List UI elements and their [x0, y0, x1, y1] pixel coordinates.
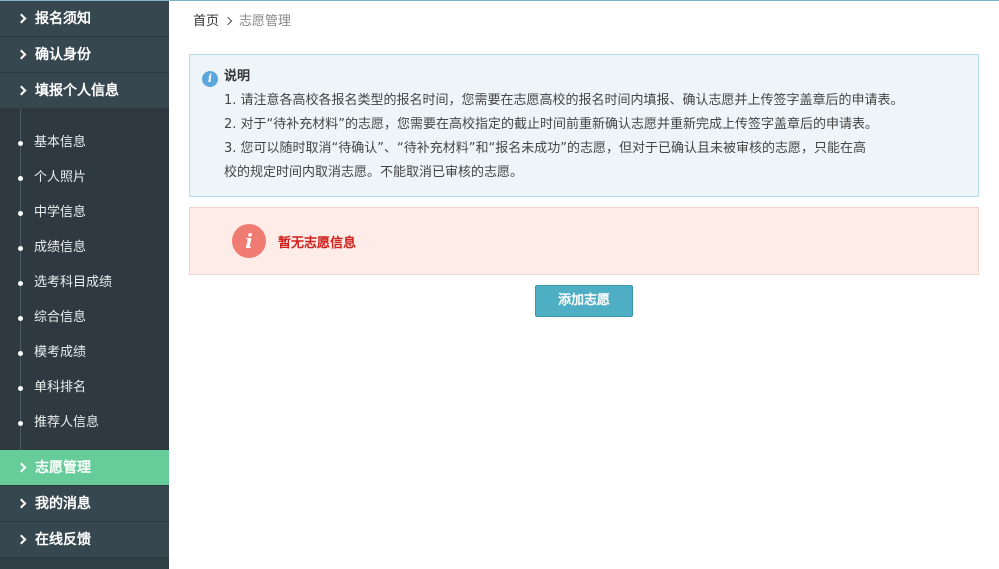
- notice-title-text: 说明: [224, 69, 251, 84]
- sidebar-item-wish-management[interactable]: 志愿管理: [0, 450, 169, 486]
- chevron-right-icon: [223, 16, 233, 26]
- sidebar-item-label: 填报个人信息: [35, 83, 119, 99]
- button-row: 添加志愿: [189, 285, 979, 317]
- sidebar-sub-list: 基本信息 个人照片 中学信息 成绩信息 选考科目成绩 综合信息 模考成绩 单科排…: [0, 109, 169, 450]
- sidebar-item-label: 在线反馈: [35, 532, 91, 548]
- chevron-right-icon: [16, 13, 27, 24]
- empty-state-alert: i 暂无志愿信息: [189, 207, 979, 275]
- chevron-right-icon: [16, 49, 27, 60]
- sidebar-item-label: 报名须知: [35, 11, 91, 27]
- sidebar-subitem-elective-scores[interactable]: 选考科目成绩: [0, 265, 169, 300]
- sidebar: 报名须知 确认身份 填报个人信息 基本信息 个人照片 中学信息 成绩信息 选考科…: [0, 1, 169, 569]
- sidebar-subitem-photo[interactable]: 个人照片: [0, 160, 169, 195]
- chevron-right-icon: [16, 534, 27, 545]
- chevron-right-icon: [16, 462, 27, 473]
- info-icon: i: [202, 71, 218, 87]
- sidebar-item-personal-info[interactable]: 填报个人信息: [0, 73, 169, 109]
- chevron-right-icon: [16, 85, 27, 96]
- breadcrumb-home-link[interactable]: 首页: [193, 14, 219, 29]
- notice-line-2: 2. 对于“待补充材料”的志愿，您需要在高校指定的截止时间前重新确认志愿并重新完…: [224, 117, 879, 132]
- sidebar-item-label: 志愿管理: [35, 460, 91, 476]
- sidebar-subitem-scores[interactable]: 成绩信息: [0, 230, 169, 265]
- sidebar-subitem-subject-rank[interactable]: 单科排名: [0, 370, 169, 405]
- sidebar-item-feedback[interactable]: 在线反馈: [0, 522, 169, 558]
- sidebar-item-confirm-identity[interactable]: 确认身份: [0, 37, 169, 73]
- breadcrumb: 首页 志愿管理: [189, 1, 979, 43]
- notice-title: i 说明: [202, 65, 966, 89]
- sidebar-item-label: 确认身份: [35, 47, 91, 63]
- sidebar-subitem-school-info[interactable]: 中学信息: [0, 195, 169, 230]
- info-alert-icon: i: [232, 224, 266, 258]
- breadcrumb-current: 志愿管理: [239, 14, 292, 29]
- sidebar-subitem-basic-info[interactable]: 基本信息: [0, 125, 169, 160]
- notice-panel: i 说明 1. 请注意各高校各报名类型的报名时间，您需要在志愿高校的报名时间内填报…: [189, 54, 979, 197]
- empty-state-message: 暂无志愿信息: [278, 235, 357, 251]
- notice-line-1: 1. 请注意各高校各报名类型的报名时间，您需要在志愿高校的报名时间内填报、确认志…: [224, 93, 904, 108]
- add-wish-button[interactable]: 添加志愿: [535, 285, 633, 317]
- main-content: 首页 志愿管理 i 说明 1. 请注意各高校各报名类型的报名时间，您需要在志愿高校的…: [169, 1, 999, 569]
- sidebar-item-my-messages[interactable]: 我的消息: [0, 486, 169, 522]
- sidebar-subitem-mock-scores[interactable]: 模考成绩: [0, 335, 169, 370]
- sidebar-subitem-referrer[interactable]: 推荐人信息: [0, 405, 169, 440]
- sidebar-top-group: 报名须知 确认身份 填报个人信息: [0, 1, 169, 109]
- sidebar-item-label: 我的消息: [35, 496, 91, 512]
- sidebar-subitem-comprehensive[interactable]: 综合信息: [0, 300, 169, 335]
- notice-line-3: 3. 您可以随时取消“待确认”、“待补充材料”和“报名未成功”的志愿，但对于已确…: [224, 141, 866, 156]
- notice-line-3-continued: 校的规定时间内取消志愿。不能取消已审核的志愿。: [224, 165, 524, 180]
- chevron-right-icon: [16, 498, 27, 509]
- sidebar-item-registration-notice[interactable]: 报名须知: [0, 1, 169, 37]
